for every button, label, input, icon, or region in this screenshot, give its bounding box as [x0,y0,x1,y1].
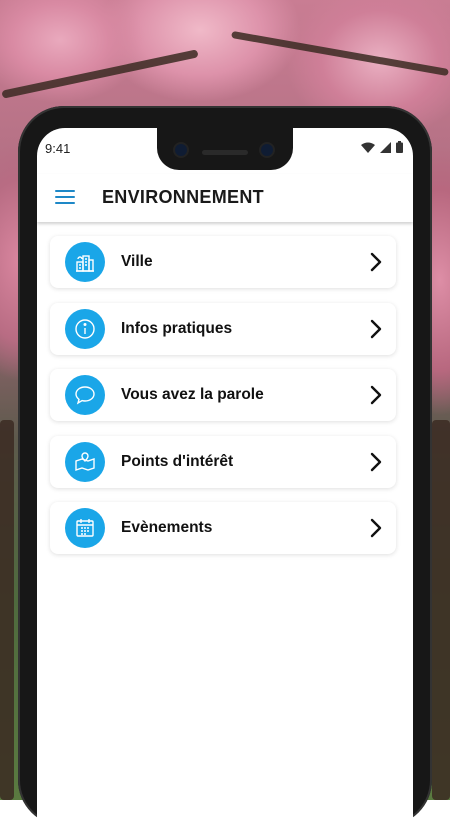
phone-notch [157,128,293,170]
chevron-right-icon [370,518,382,538]
chevron-right-icon [370,319,382,338]
status-time: 9:41 [45,141,71,156]
tree-trunk [432,420,450,800]
phone-screen: 9:41 ENVIRONNEMENT Ville Infos pratiques [37,128,413,828]
tree-trunk [0,420,14,800]
menu-item-label: Infos pratiques [121,319,233,337]
wifi-icon [361,142,375,153]
menu-item-ville[interactable]: Ville [50,236,396,288]
menu-item-label: Evènements [121,519,213,536]
chevron-right-icon [370,452,382,471]
calendar-icon [65,508,105,548]
menu-item-infos-pratiques[interactable]: Infos pratiques [50,302,396,355]
battery-icon [396,141,403,153]
status-icons [361,141,403,153]
front-camera-icon [175,144,187,156]
chevron-right-icon [370,252,382,272]
hamburger-menu-icon[interactable] [55,190,75,206]
chevron-right-icon [370,385,382,405]
page-title: ENVIRONNEMENT [102,187,264,207]
menu-item-label: Ville [121,253,153,270]
speaker-grille [202,150,248,155]
menu-item-points-d-interet[interactable]: Points d'intérêt [50,435,396,488]
signal-icon [380,141,391,153]
city-buildings-icon [65,242,105,282]
app-bar: ENVIRONNEMENT [37,174,413,222]
speech-bubble-icon [65,375,105,415]
menu-list: Ville Infos pratiques Vous avez la parol… [50,236,396,569]
menu-item-evenements[interactable]: Evènements [50,502,396,554]
menu-item-label: Points d'intérêt [121,452,234,470]
info-icon [65,308,105,349]
map-pin-icon [65,441,105,482]
front-sensor-icon [261,144,273,156]
menu-item-label: Vous avez la parole [121,386,264,403]
menu-item-vous-avez-la-parole[interactable]: Vous avez la parole [50,369,396,421]
